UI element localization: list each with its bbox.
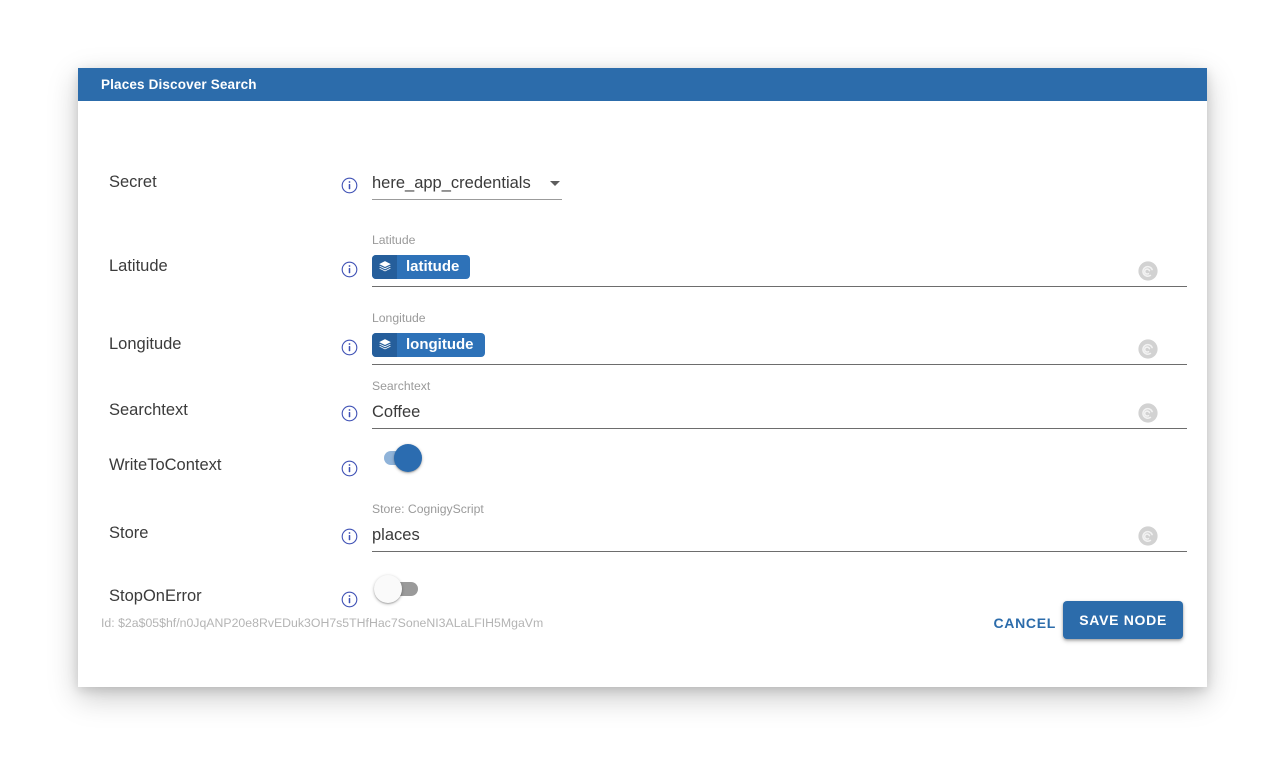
- info-icon[interactable]: [341, 528, 358, 545]
- dialog-header: Places Discover Search: [78, 68, 1207, 101]
- layers-icon: [372, 333, 397, 357]
- searchtext-caption: Searchtext: [372, 379, 431, 393]
- token-chip-label: latitude: [406, 258, 460, 275]
- cognigy-spiral-icon[interactable]: [1137, 260, 1159, 282]
- dialog-title: Places Discover Search: [101, 77, 257, 92]
- token-chip-longitude[interactable]: longitude: [372, 333, 485, 357]
- layers-icon: [372, 255, 397, 279]
- toggle-thumb: [394, 444, 422, 472]
- cognigy-spiral-icon[interactable]: [1137, 402, 1159, 424]
- store-caption: Store: CognigyScript: [372, 502, 484, 516]
- field-label-latitude: Latitude: [109, 257, 168, 275]
- secret-select[interactable]: here_app_credentials: [372, 173, 562, 200]
- screen: Places Discover Search Secret here_app_c…: [0, 0, 1288, 770]
- info-icon[interactable]: [341, 261, 358, 278]
- dialog-body: Secret here_app_credentials Latitude Lat…: [78, 101, 1207, 687]
- toggle-thumb: [374, 575, 402, 603]
- token-chip-latitude[interactable]: latitude: [372, 255, 471, 279]
- token-chip-label: longitude: [406, 336, 474, 353]
- info-icon[interactable]: [341, 405, 358, 422]
- info-icon[interactable]: [341, 177, 358, 194]
- field-label-writetocontext: WriteToContext: [109, 456, 222, 474]
- field-label-secret: Secret: [109, 173, 157, 191]
- cognigy-spiral-icon[interactable]: [1137, 338, 1159, 360]
- cognigy-spiral-icon[interactable]: [1137, 525, 1159, 547]
- cancel-button[interactable]: CANCEL: [983, 606, 1066, 640]
- latitude-caption: Latitude: [372, 233, 416, 247]
- longitude-caption: Longitude: [372, 311, 426, 325]
- dialog-footer: Id: $2a$05$hf/n0JqANP20e8RvEDuk3OH7s5THf…: [78, 601, 1207, 687]
- field-label-longitude: Longitude: [109, 335, 182, 353]
- secret-select-value: here_app_credentials: [372, 174, 531, 192]
- searchtext-field[interactable]: Searchtext Coffee: [372, 379, 1187, 429]
- searchtext-value: Coffee: [372, 403, 421, 421]
- store-value: places: [372, 526, 420, 544]
- info-icon[interactable]: [341, 460, 358, 477]
- latitude-field[interactable]: Latitude latitude: [372, 233, 1187, 287]
- store-field[interactable]: Store: CognigyScript places: [372, 502, 1187, 552]
- field-label-searchtext: Searchtext: [109, 401, 188, 419]
- info-icon[interactable]: [341, 339, 358, 356]
- field-label-store: Store: [109, 524, 149, 542]
- longitude-field[interactable]: Longitude longitude: [372, 311, 1187, 365]
- toggle-writetocontext[interactable]: [372, 440, 430, 478]
- chevron-down-icon: [550, 181, 560, 186]
- node-id-text: Id: $2a$05$hf/n0JqANP20e8RvEDuk3OH7s5THf…: [101, 616, 544, 630]
- save-node-button[interactable]: SAVE NODE: [1063, 601, 1183, 639]
- node-editor-dialog: Places Discover Search Secret here_app_c…: [78, 68, 1207, 687]
